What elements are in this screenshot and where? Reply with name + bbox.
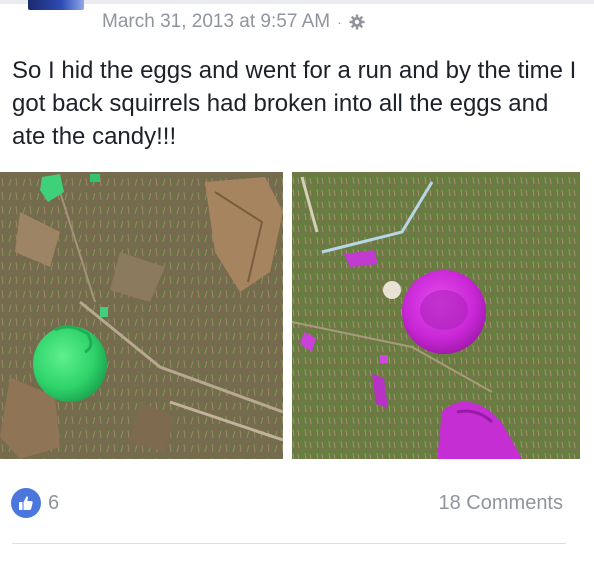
footer-divider [12, 543, 566, 544]
previous-post-image-edge [28, 0, 84, 10]
top-divider [0, 0, 594, 4]
comments-count-link[interactable]: 18 Comments [439, 492, 564, 515]
post-footer: 6 18 Comments [0, 486, 594, 522]
photo-green-egg[interactable] [0, 172, 283, 459]
gear-icon[interactable] [349, 14, 365, 30]
thumbs-up-icon[interactable] [11, 488, 41, 518]
post-meta: March 31, 2013 at 9:57 AM · [102, 10, 365, 34]
post-text: So I hid the eggs and went for a run and… [12, 57, 577, 150]
like-count[interactable]: 6 [48, 492, 59, 515]
post-timestamp[interactable]: March 31, 2013 at 9:57 AM [102, 11, 330, 33]
photo-purple-egg[interactable] [292, 172, 580, 459]
meta-separator: · [337, 14, 342, 30]
